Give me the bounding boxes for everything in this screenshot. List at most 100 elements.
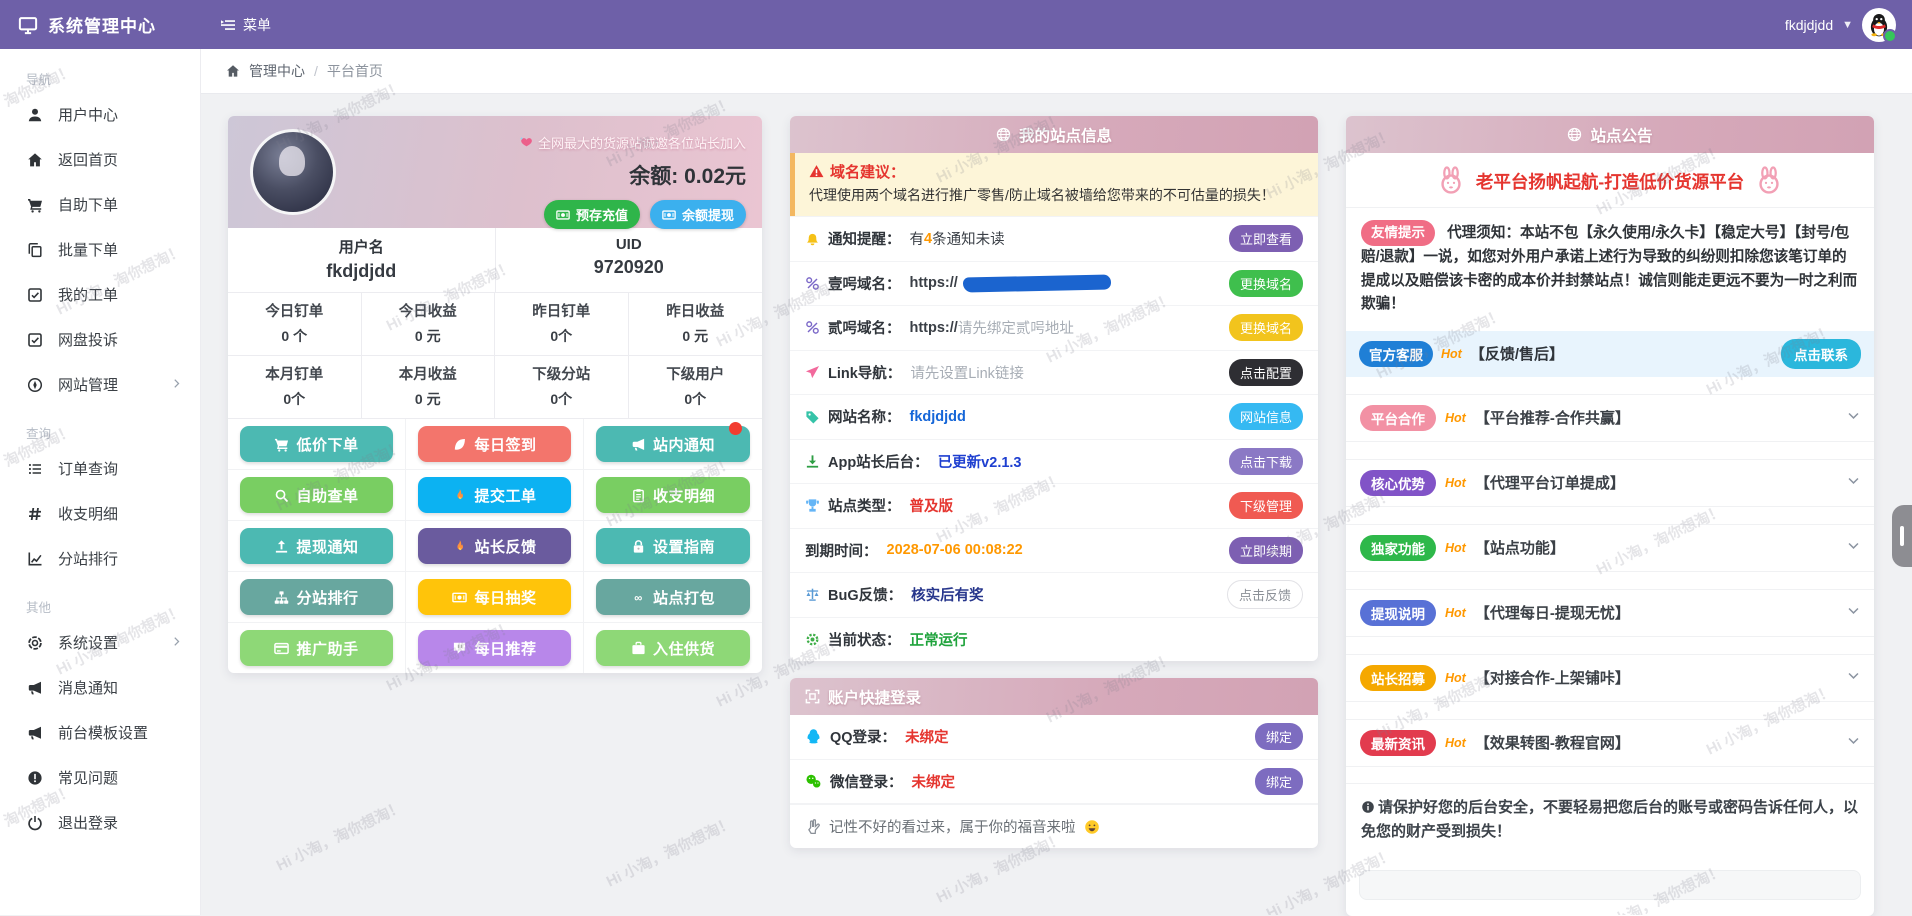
accordion-badge: 独家功能 [1360,535,1436,561]
row-label: 站点类型： [828,495,901,516]
stat-cell: 本月钉单0个 [228,356,362,418]
row-button-网站信息[interactable]: 网站信息 [1229,403,1303,430]
sparkle-heart-icon [519,136,533,150]
upload-icon [274,539,289,554]
accordion-item-最新资讯[interactable]: 最新资讯Hot【效果转图-教程官网】 [1346,719,1874,767]
row-button-立即续期[interactable]: 立即续期 [1229,537,1303,564]
accordion-item-提现说明[interactable]: 提现说明Hot【代理每日-提现无忧】 [1346,589,1874,637]
accordion-item-独家功能[interactable]: 独家功能Hot【站点功能】 [1346,524,1874,572]
sidebar-item-前台模板设置[interactable]: 前台模板设置 [0,710,200,755]
row-button-点击配置[interactable]: 点击配置 [1229,359,1303,386]
bind-button[interactable]: 绑定 [1255,768,1303,795]
breadcrumb-home[interactable]: 管理中心 [249,61,305,81]
accordion-badge: 平台合作 [1360,405,1436,431]
identity-value: 9720920 [496,257,763,278]
row-button-点击下载[interactable]: 点击下载 [1229,448,1303,475]
accordion-item-核心优势[interactable]: 核心优势Hot【代理平台订单提成】 [1346,459,1874,507]
exclaim-icon [26,770,43,786]
hash-icon [26,506,43,522]
info-row-站点类型: 站点类型：普及版下级管理 [790,483,1318,528]
sidebar-item-系统设置[interactable]: 系统设置 [0,620,200,665]
action-button-收支明细[interactable]: 收支明细 [596,477,750,513]
profile-avatar[interactable] [250,129,336,215]
row-button-点击反馈[interactable]: 点击反馈 [1227,580,1303,609]
deposit-button[interactable]: 预存充值 [544,200,640,229]
info-row-通知提醒: 通知提醒：有4条通知未读立即查看 [790,216,1318,261]
sidebar-item-label: 退出登录 [58,812,118,833]
row-button-更换域名[interactable]: 更换域名 [1229,314,1303,341]
sidebar-item-我的工单[interactable]: 我的工单 [0,272,200,317]
action-button-每日抽奖[interactable]: 每日抽奖 [418,579,571,615]
sidebar-item-收支明细[interactable]: 收支明细 [0,491,200,536]
home-icon [226,64,240,78]
announcement-header: 站点公告 [1346,116,1874,153]
grid-cell: 提交工单 [406,470,584,521]
identity-cell: 用户名fkdjdjdd [228,228,496,292]
stat-label: 今日钉单 [228,300,361,321]
sidebar-item-返回首页[interactable]: 返回首页 [0,137,200,182]
home-icon [26,152,43,168]
row-label: 微信登录： [830,771,903,792]
chevron-down-icon[interactable]: ▼ [1842,19,1853,31]
action-button-分站排行[interactable]: 分站排行 [240,579,393,615]
action-button-站长反馈[interactable]: 站长反馈 [418,528,571,564]
action-button-设置指南[interactable]: 设置指南 [596,528,750,564]
action-button-入住供货[interactable]: 入住供货 [596,630,750,666]
sidebar-item-分站排行[interactable]: 分站排行 [0,536,200,581]
settings-drawer-handle[interactable] [1892,505,1912,567]
leaf-icon [452,437,467,452]
withdraw-button[interactable]: 余额提现 [650,200,746,229]
row-label: Link导航： [828,362,901,383]
sidebar-item-订单查询[interactable]: 订单查询 [0,446,200,491]
bunny-icon [1754,166,1784,196]
list-icon [26,461,43,477]
sidebar-item-常见问题[interactable]: 常见问题 [0,755,200,800]
compass-icon [26,377,43,393]
action-button-label: 站长反馈 [474,536,536,557]
contact-service-button[interactable]: 点击联系 [1781,339,1861,369]
bunny-icon [1436,166,1466,196]
action-button-低价下单[interactable]: 低价下单 [240,426,393,462]
action-button-提交工单[interactable]: 提交工单 [418,477,571,513]
row-button-更换域名[interactable]: 更换域名 [1229,270,1303,297]
action-button-提现通知[interactable]: 提现通知 [240,528,393,564]
sidebar-item-label: 自助下单 [58,194,118,215]
sidebar-item-退出登录[interactable]: 退出登录 [0,800,200,845]
row-button-下级管理[interactable]: 下级管理 [1229,492,1303,519]
quick-login-card: 账户快捷登录 QQ登录：未绑定绑定微信登录：未绑定绑定 记性不好的看过来，属于你… [790,678,1318,848]
action-button-推广助手[interactable]: 推广助手 [240,630,393,666]
sidebar: 导航用户中心返回首页自助下单批量下单我的工单网盘投诉网站管理查询订单查询收支明细… [0,49,200,915]
domain-alert: 域名建议： 代理使用两个域名进行推广零售/防止域名被墙给您带来的不可估量的损失！ [790,153,1318,216]
action-button-每日签到[interactable]: 每日签到 [418,426,571,462]
sidebar-item-消息通知[interactable]: 消息通知 [0,665,200,710]
stat-cell: 今日收益0 元 [362,293,496,355]
bind-button[interactable]: 绑定 [1255,723,1303,750]
profile-card: 全网最大的货源站诚邀各位站长加入 余额: 0.02元 预存充值 余额提 [228,116,762,673]
sidebar-item-批量下单[interactable]: 批量下单 [0,227,200,272]
accordion-text: 【代理每日-提现无忧】 [1475,602,1630,623]
megaphone-icon [26,725,43,741]
action-button-自助查单[interactable]: 自助查单 [240,477,393,513]
row-label: QQ登录： [830,726,896,747]
menu-toggle-button[interactable]: 菜单 [220,15,271,35]
accordion-item-平台合作[interactable]: 平台合作Hot【平台推荐-合作共赢】 [1346,394,1874,442]
sidebar-item-网盘投诉[interactable]: 网盘投诉 [0,317,200,362]
row-value: 有 [910,228,925,249]
accordion-badge: 站长招募 [1360,665,1436,691]
action-button-label: 自助查单 [296,485,358,506]
avatar[interactable] [1862,8,1896,42]
accordion-item-站长招募[interactable]: 站长招募Hot【对接合作-上架铺咔】 [1346,654,1874,702]
row-label: 到期时间： [805,540,878,561]
action-button-站点打包[interactable]: ∞站点打包 [596,579,750,615]
sidebar-item-自助下单[interactable]: 自助下单 [0,182,200,227]
username[interactable]: fkdjdjdd [1785,17,1833,33]
gear-icon [805,632,820,647]
sidebar-item-用户中心[interactable]: 用户中心 [0,92,200,137]
stat-label: 下级用户 [629,363,763,384]
action-button-站内通知[interactable]: 站内通知 [596,426,750,462]
money-icon [662,208,676,222]
sidebar-item-网站管理[interactable]: 网站管理 [0,362,200,407]
row-button-立即查看[interactable]: 立即查看 [1229,225,1303,252]
login-row-微信登录: 微信登录：未绑定绑定 [790,760,1318,805]
action-button-每日推荐[interactable]: 每日推荐 [418,630,571,666]
